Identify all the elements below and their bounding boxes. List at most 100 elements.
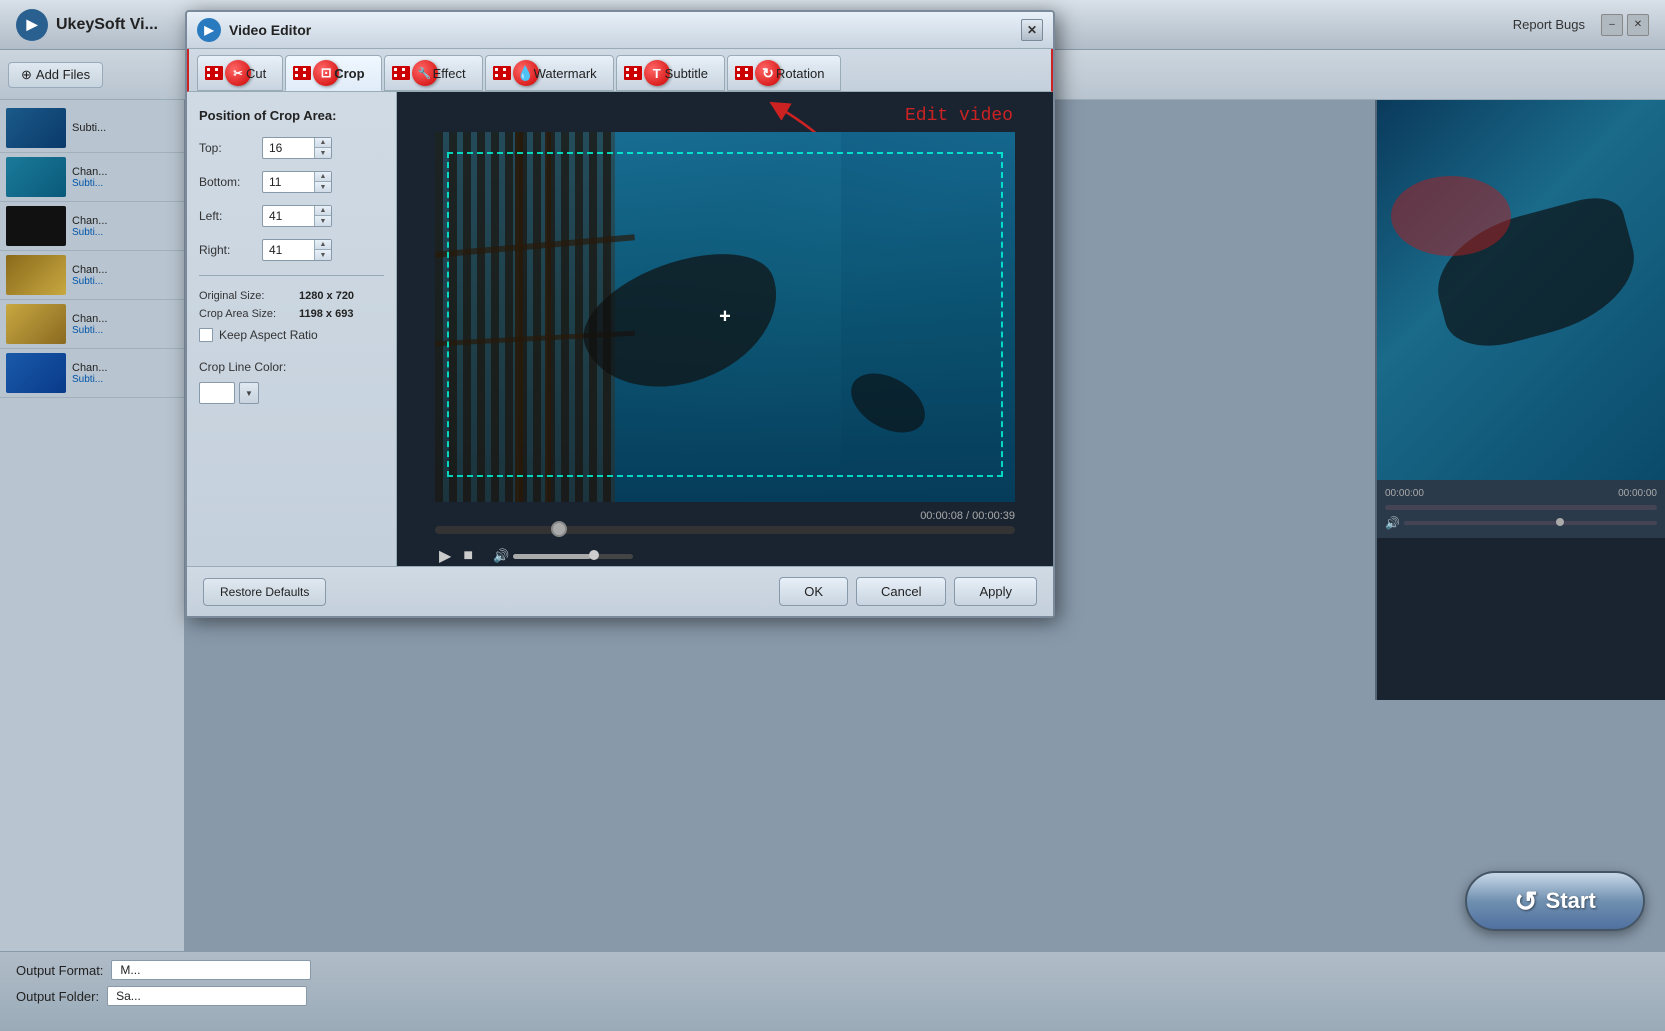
file-name: Chan... — [72, 166, 107, 178]
video-volume-control: 🔊 — [493, 548, 633, 564]
color-swatch[interactable] — [199, 382, 235, 404]
file-info: Chan... Subti... — [72, 313, 107, 336]
file-thumbnail — [6, 304, 66, 344]
right-progress-slider[interactable] — [1385, 505, 1657, 510]
tab-effect[interactable]: 🔧 Effect — [384, 55, 483, 91]
crop-right-label: Right: — [199, 243, 254, 257]
stop-button[interactable]: ■ — [463, 547, 473, 565]
original-size-label: Original Size: — [199, 290, 299, 302]
right-volume-bar[interactable] — [1404, 521, 1657, 525]
tab-crop[interactable]: ⊡ Crop — [285, 55, 381, 91]
play-button[interactable]: ▶ — [439, 546, 451, 566]
crop-bottom-up[interactable]: ▲ — [315, 172, 331, 182]
add-icon: ⊕ — [21, 67, 32, 83]
file-thumbnail — [6, 157, 66, 197]
crop-bottom-arrows: ▲ ▼ — [314, 172, 331, 192]
crop-area-value: 1198 x 693 — [299, 308, 353, 320]
file-name: Chan... — [72, 215, 107, 227]
file-label: Subti... — [72, 122, 106, 134]
crop-section-title: Position of Crop Area: — [199, 108, 384, 123]
dialog-close-button[interactable]: ✕ — [1021, 19, 1043, 41]
crop-right-field: Right: ▲ ▼ — [199, 239, 384, 261]
video-frame: + — [435, 132, 1015, 502]
list-item[interactable]: Chan... Subti... — [0, 153, 184, 202]
list-item[interactable]: Chan... Subti... — [0, 349, 184, 398]
file-label: Subti... — [72, 325, 107, 336]
volume-thumb — [589, 550, 599, 560]
tab-rotation[interactable]: ↻ Rotation — [727, 55, 841, 91]
file-thumbnail — [6, 206, 66, 246]
app-logo: ▶ — [16, 9, 48, 41]
crop-top-down[interactable]: ▼ — [315, 148, 331, 158]
watermark-tab-icon: 💧 — [502, 62, 530, 84]
rotation-tab-icon: ↻ — [744, 62, 772, 84]
close-button[interactable]: ✕ — [1627, 14, 1649, 36]
logo-icon: ▶ — [27, 16, 38, 33]
report-bugs-link[interactable]: Report Bugs — [1513, 17, 1585, 32]
crop-right-input[interactable] — [263, 241, 314, 259]
crop-left-field: Left: ▲ ▼ — [199, 205, 384, 227]
bottom-bar: Output Format: M... Output Folder: Sa... — [0, 951, 1665, 1031]
crop-bottom-input[interactable] — [263, 173, 314, 191]
crop-top-input[interactable] — [263, 139, 314, 157]
list-item[interactable]: Subti... — [0, 104, 184, 153]
file-label: Subti... — [72, 178, 107, 189]
start-button[interactable]: ↺ Start — [1465, 871, 1645, 931]
cancel-button[interactable]: Cancel — [856, 577, 946, 606]
tab-watermark[interactable]: 💧 Watermark — [485, 55, 614, 91]
crop-line-color-section: Crop Line Color: ▼ — [199, 360, 384, 404]
restore-defaults-button[interactable]: Restore Defaults — [203, 578, 326, 606]
crop-top-up[interactable]: ▲ — [315, 138, 331, 148]
volume-fill — [513, 554, 591, 559]
right-timeline: 00:00:00 00:00:00 — [1385, 488, 1657, 499]
crop-left-down[interactable]: ▼ — [315, 216, 331, 226]
apply-button[interactable]: Apply — [954, 577, 1037, 606]
crop-right-up[interactable]: ▲ — [315, 240, 331, 250]
crop-top-arrows: ▲ ▼ — [314, 138, 331, 158]
crosshair-icon: + — [719, 306, 731, 329]
dialog-title: Video Editor — [229, 22, 1013, 38]
subtitle-tab-label: Subtitle — [665, 66, 708, 81]
dialog-footer: Restore Defaults OK Cancel Apply — [187, 566, 1053, 616]
crop-tab-icon: ⊡ — [302, 62, 330, 84]
tab-subtitle[interactable]: T Subtitle — [616, 55, 725, 91]
tab-cut[interactable]: ✂ Cut — [197, 55, 283, 91]
crop-right-spinbox[interactable]: ▲ ▼ — [262, 239, 332, 261]
crop-left-input[interactable] — [263, 207, 314, 225]
watermark-tab-label: Watermark — [534, 66, 597, 81]
ok-button[interactable]: OK — [779, 577, 848, 606]
file-list: Subti... Chan... Subti... Chan... Subti.… — [0, 100, 185, 951]
crop-tab-label: Crop — [334, 66, 364, 81]
crop-left-arrows: ▲ ▼ — [314, 206, 331, 226]
video-time-display: 00:00:08 / 00:00:39 — [435, 510, 1015, 522]
crop-left-up[interactable]: ▲ — [315, 206, 331, 216]
crop-settings-panel: Position of Crop Area: Top: ▲ ▼ — [187, 92, 397, 566]
volume-icon: 🔊 — [1385, 516, 1400, 530]
crop-line-color-label: Crop Line Color: — [199, 360, 384, 374]
cut-tab-label: Cut — [246, 66, 266, 81]
list-item[interactable]: Chan... Subti... — [0, 300, 184, 349]
keep-aspect-checkbox[interactable] — [199, 328, 213, 342]
add-files-button[interactable]: ⊕ Add Files — [8, 62, 103, 88]
crop-right-down[interactable]: ▼ — [315, 250, 331, 260]
crop-left-spinbox[interactable]: ▲ ▼ — [262, 205, 332, 227]
output-folder-value[interactable]: Sa... — [107, 986, 307, 1006]
dialog-logo-char: ▶ — [204, 23, 213, 37]
crop-left-label: Left: — [199, 209, 254, 223]
list-item[interactable]: Chan... Subti... — [0, 251, 184, 300]
color-dropdown-button[interactable]: ▼ — [239, 382, 259, 404]
crop-right-arrows: ▲ ▼ — [314, 240, 331, 260]
output-format-value[interactable]: M... — [111, 960, 311, 980]
volume-bar[interactable] — [513, 554, 633, 559]
file-label: Subti... — [72, 374, 107, 385]
rotation-tab-label: Rotation — [776, 66, 824, 81]
dialog-logo-icon: ▶ — [197, 18, 221, 42]
crop-bottom-field: Bottom: ▲ ▼ — [199, 171, 384, 193]
crop-bottom-spinbox[interactable]: ▲ ▼ — [262, 171, 332, 193]
main-app-window: ▶ UkeySoft Vi... Report Bugs – ✕ ⊕ Add F… — [0, 0, 1665, 1031]
crop-top-spinbox[interactable]: ▲ ▼ — [262, 137, 332, 159]
video-progress-bar[interactable] — [435, 526, 1015, 534]
crop-bottom-down[interactable]: ▼ — [315, 182, 331, 192]
list-item[interactable]: Chan... Subti... — [0, 202, 184, 251]
minimize-button[interactable]: – — [1601, 14, 1623, 36]
